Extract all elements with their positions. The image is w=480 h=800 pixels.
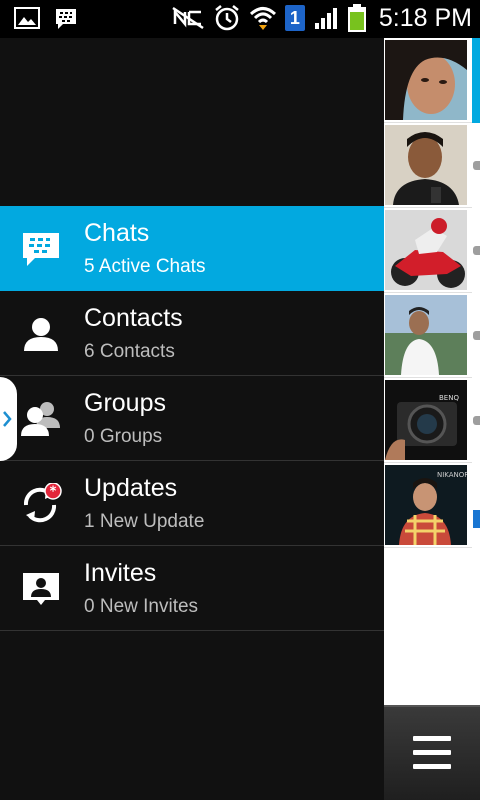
chat-row[interactable]: BENQ [384,378,480,463]
chat-row[interactable] [384,208,480,293]
updates-icon: * [23,483,62,523]
menu-icon[interactable] [413,736,451,770]
nav-subtitle: 0 Groups [84,426,163,447]
wifi-icon [249,7,276,30]
bbm-chat-icon [56,9,76,29]
nav-title: Invites [84,559,157,587]
nfc-off-icon [172,6,204,30]
svg-text:BENQ: BENQ [439,394,459,402]
nav-title: Contacts [84,304,183,332]
nav-subtitle: 5 Active Chats [84,256,206,277]
chat-row[interactable] [384,293,480,378]
contact-avatar [385,40,467,120]
notification-count: 1 [289,8,300,28]
chat-row[interactable] [384,38,480,123]
contact-avatar: BENQ [385,380,467,460]
svg-text:*: * [50,485,57,500]
nav-item-contacts[interactable]: Contacts 6 Contacts [0,291,384,376]
image-icon [14,7,40,29]
chat-list-peek: BENQ NIKANOR [384,38,480,800]
nav-item-invites[interactable]: Invites 0 New Invites [0,546,384,631]
chat-row[interactable] [384,123,480,208]
nav-item-chats[interactable]: Chats 5 Active Chats [0,206,384,291]
contact-icon [24,318,58,351]
chat-row[interactable]: NIKANOR [384,463,480,548]
contact-avatar [385,125,467,205]
nav-title: Chats [84,219,150,247]
nav-title: Updates [84,474,178,502]
drawer-handle[interactable] [0,377,17,461]
nav-subtitle: 6 Contacts [84,341,175,362]
nav-item-groups[interactable]: Groups 0 Groups [0,376,384,461]
nav-title: Groups [84,389,166,417]
status-time: 5:18 PM [378,3,472,32]
sim-badge-icon: 1 [284,5,305,31]
svg-text:NIKANOR: NIKANOR [437,471,467,479]
nav-item-updates[interactable]: * Updates 1 New Update [0,461,384,546]
chat-list-action-bar [384,705,480,800]
contact-avatar: NIKANOR [385,465,467,545]
bbm-chat-icon [23,233,59,266]
signal-icon [314,8,337,29]
battery-icon [347,4,366,32]
chevron-right-icon [3,411,12,427]
alarm-icon [215,5,239,31]
contact-avatar [385,210,467,290]
status-bar: 1 5:18 PM [0,0,480,38]
invites-icon [23,573,59,605]
nav-subtitle: 0 New Invites [84,596,199,617]
contact-avatar [385,295,467,375]
nav-subtitle: 1 New Update [84,511,205,532]
nav-drawer: Chats 5 Active Chats Contacts 6 Contacts… [0,38,384,800]
drawer-header-space [0,38,384,206]
groups-icon [21,402,60,436]
